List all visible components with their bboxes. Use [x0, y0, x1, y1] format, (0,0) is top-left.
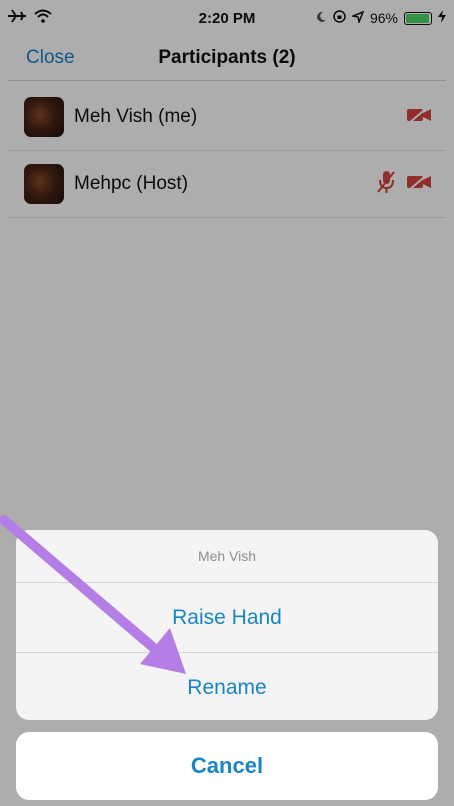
action-sheet-title: Meh Vish: [16, 530, 438, 583]
raise-hand-button[interactable]: Raise Hand: [16, 583, 438, 653]
action-sheet: Meh Vish Raise Hand Rename: [16, 530, 438, 720]
rename-button[interactable]: Rename: [16, 653, 438, 720]
cancel-button[interactable]: Cancel: [16, 732, 438, 800]
participants-screen: 2:20 PM 96% Close Participants (2) Meh V…: [0, 0, 454, 806]
